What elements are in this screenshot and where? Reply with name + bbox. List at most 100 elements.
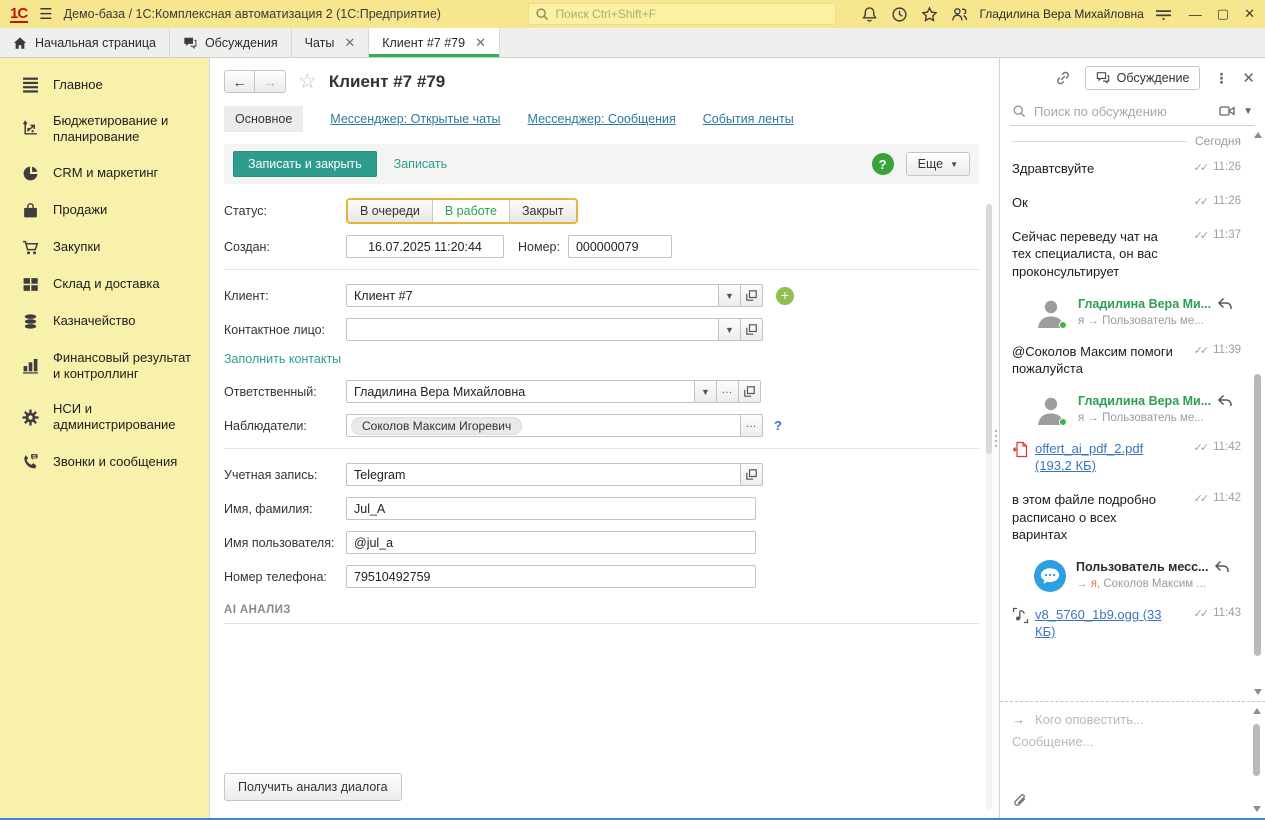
add-to-favorites-star-icon[interactable]: ☆ [296,71,319,92]
scroll-up-icon[interactable] [1254,132,1262,138]
notifications-bell-icon[interactable] [861,6,878,23]
open-button[interactable] [741,284,763,307]
current-user-name[interactable]: Гладилина Вера Михайловна [979,7,1143,21]
reply-icon[interactable] [1214,560,1230,574]
close-panel-icon[interactable]: ✕ [1242,71,1255,86]
back-button[interactable]: ← [224,70,255,93]
dropdown-button[interactable]: ▼ [695,380,717,403]
username-label: Имя пользователя: [224,536,346,550]
observer-chip[interactable]: Соколов Максим Игоревич [351,417,522,435]
message-sender: Гладилина Вера Ми... я → Пользователь ме… [1034,394,1241,426]
sidebar-item-sales[interactable]: Продажи [0,192,209,229]
phone-input[interactable] [346,565,756,588]
save-button[interactable]: Записать [394,157,447,171]
users-icon[interactable] [951,6,968,23]
get-dialog-analysis-button[interactable]: Получить анализ диалога [224,773,402,801]
help-button[interactable]: ? [872,153,894,175]
tab-discussions[interactable]: Обсуждения [170,28,292,57]
chevron-down-icon[interactable]: ▼ [1243,106,1253,117]
reply-icon[interactable] [1217,394,1233,408]
responsible-input[interactable] [346,380,695,403]
notify-whom-input[interactable] [1035,712,1239,727]
sidebar-item-main[interactable]: Главное [0,66,209,103]
status-switch: В очереди В работе Закрыт [346,198,578,224]
contact-input[interactable] [346,318,719,341]
scrollbar-thumb[interactable] [1254,374,1261,656]
discussion-search-input[interactable] [1034,104,1211,119]
reply-icon[interactable] [1217,297,1233,311]
sidebar-item-financial-result[interactable]: Финансовый результат и контроллинг [0,340,209,392]
dropdown-button[interactable]: ▼ [719,284,741,307]
created-input[interactable] [346,235,504,258]
account-label: Учетная запись: [224,468,346,482]
nav-link-feed-events[interactable]: События ленты [703,112,794,126]
main-menu-icon[interactable]: ☰ [39,5,52,23]
favorites-star-icon[interactable] [921,6,938,23]
client-input[interactable] [346,284,719,307]
scrollbar-thumb[interactable] [986,204,992,454]
open-button[interactable] [741,463,763,486]
file-link[interactable]: offert_ai_pdf_2.pdf (193,2 КБ) [1035,440,1175,474]
save-and-close-button[interactable]: Записать и закрыть [233,151,377,177]
close-window-icon[interactable]: ✕ [1244,6,1255,22]
more-button[interactable]: Еще▼ [906,152,970,176]
messages-scrollbar[interactable] [1253,132,1262,695]
tab-label: Чаты [305,36,335,50]
tab-chats[interactable]: Чаты ✕ [292,28,370,57]
maximize-icon[interactable]: ▢ [1217,6,1229,22]
sidebar-item-crm[interactable]: CRM и маркетинг [0,155,209,192]
scroll-down-icon[interactable] [1253,806,1261,812]
scrollbar-thumb[interactable] [1253,724,1260,776]
attach-paperclip-icon[interactable] [1012,793,1029,810]
fill-contacts-link[interactable]: Заполнить контакты [224,352,341,366]
notify-row: → [1012,712,1239,727]
service-menu-icon[interactable] [1155,6,1172,23]
tab-client[interactable]: Клиент #7 #79 ✕ [369,28,500,57]
close-tab-icon[interactable]: ✕ [475,35,486,51]
history-icon[interactable] [891,6,908,23]
nav-tab-main[interactable]: Основное [224,106,303,132]
choose-button[interactable]: … [717,380,739,403]
scroll-up-icon[interactable] [1253,708,1261,714]
choose-button[interactable]: … [741,414,763,437]
status-option-in-progress[interactable]: В работе [433,200,510,222]
status-option-closed[interactable]: Закрыт [510,200,576,222]
sidebar-item-treasury[interactable]: Казначейство [0,303,209,340]
tab-home[interactable]: Начальная страница [0,28,170,57]
sidebar-item-purchases[interactable]: Закупки [0,229,209,266]
account-input[interactable] [346,463,741,486]
content-scrollbar[interactable] [986,204,992,810]
message-input[interactable] [1012,734,1239,780]
observers-input[interactable]: Соколов Максим Игоревич [346,414,741,437]
sidebar-item-calls-messages[interactable]: Звонки и сообщения [0,443,209,480]
compose-scrollbar[interactable] [1252,708,1261,812]
sidebar-item-budgeting[interactable]: Бюджетирование и планирование [0,103,209,155]
add-client-button[interactable]: + [776,287,794,305]
close-tab-icon[interactable]: ✕ [344,35,355,51]
open-button[interactable] [739,380,761,403]
sidebar-item-label: НСИ и администрирование [53,401,201,433]
sidebar-item-nsi-admin[interactable]: НСИ и администрирование [0,391,209,443]
dropdown-button[interactable]: ▼ [719,318,741,341]
panel-menu-icon[interactable]: ⋮ [1214,71,1228,85]
global-search-input[interactable] [555,7,829,21]
link-icon[interactable] [1055,70,1071,86]
video-call-icon[interactable] [1219,103,1235,119]
number-input[interactable] [568,235,672,258]
nav-link-messages[interactable]: Мессенджер: Сообщения [528,112,676,126]
observers-help-link[interactable]: ? [774,418,782,433]
global-search[interactable] [528,3,836,25]
minimize-icon[interactable]: — [1189,7,1202,22]
scroll-down-icon[interactable] [1254,689,1262,695]
forward-button[interactable]: → [255,70,286,93]
command-bar: Записать и закрыть Записать ? Еще▼ [224,144,979,184]
status-option-queued[interactable]: В очереди [348,200,433,222]
username-input[interactable] [346,531,756,554]
discussion-toggle-button[interactable]: Обсуждение [1085,66,1201,90]
fullname-input[interactable] [346,497,756,520]
sidebar-item-warehouse[interactable]: Склад и доставка [0,266,209,303]
nav-link-open-chats[interactable]: Мессенджер: Открытые чаты [330,112,500,126]
delivered-ticks-icon: ✓✓ [1194,195,1209,208]
open-button[interactable] [741,318,763,341]
file-link[interactable]: v8_5760_1b9.ogg (33 КБ) [1035,606,1175,640]
